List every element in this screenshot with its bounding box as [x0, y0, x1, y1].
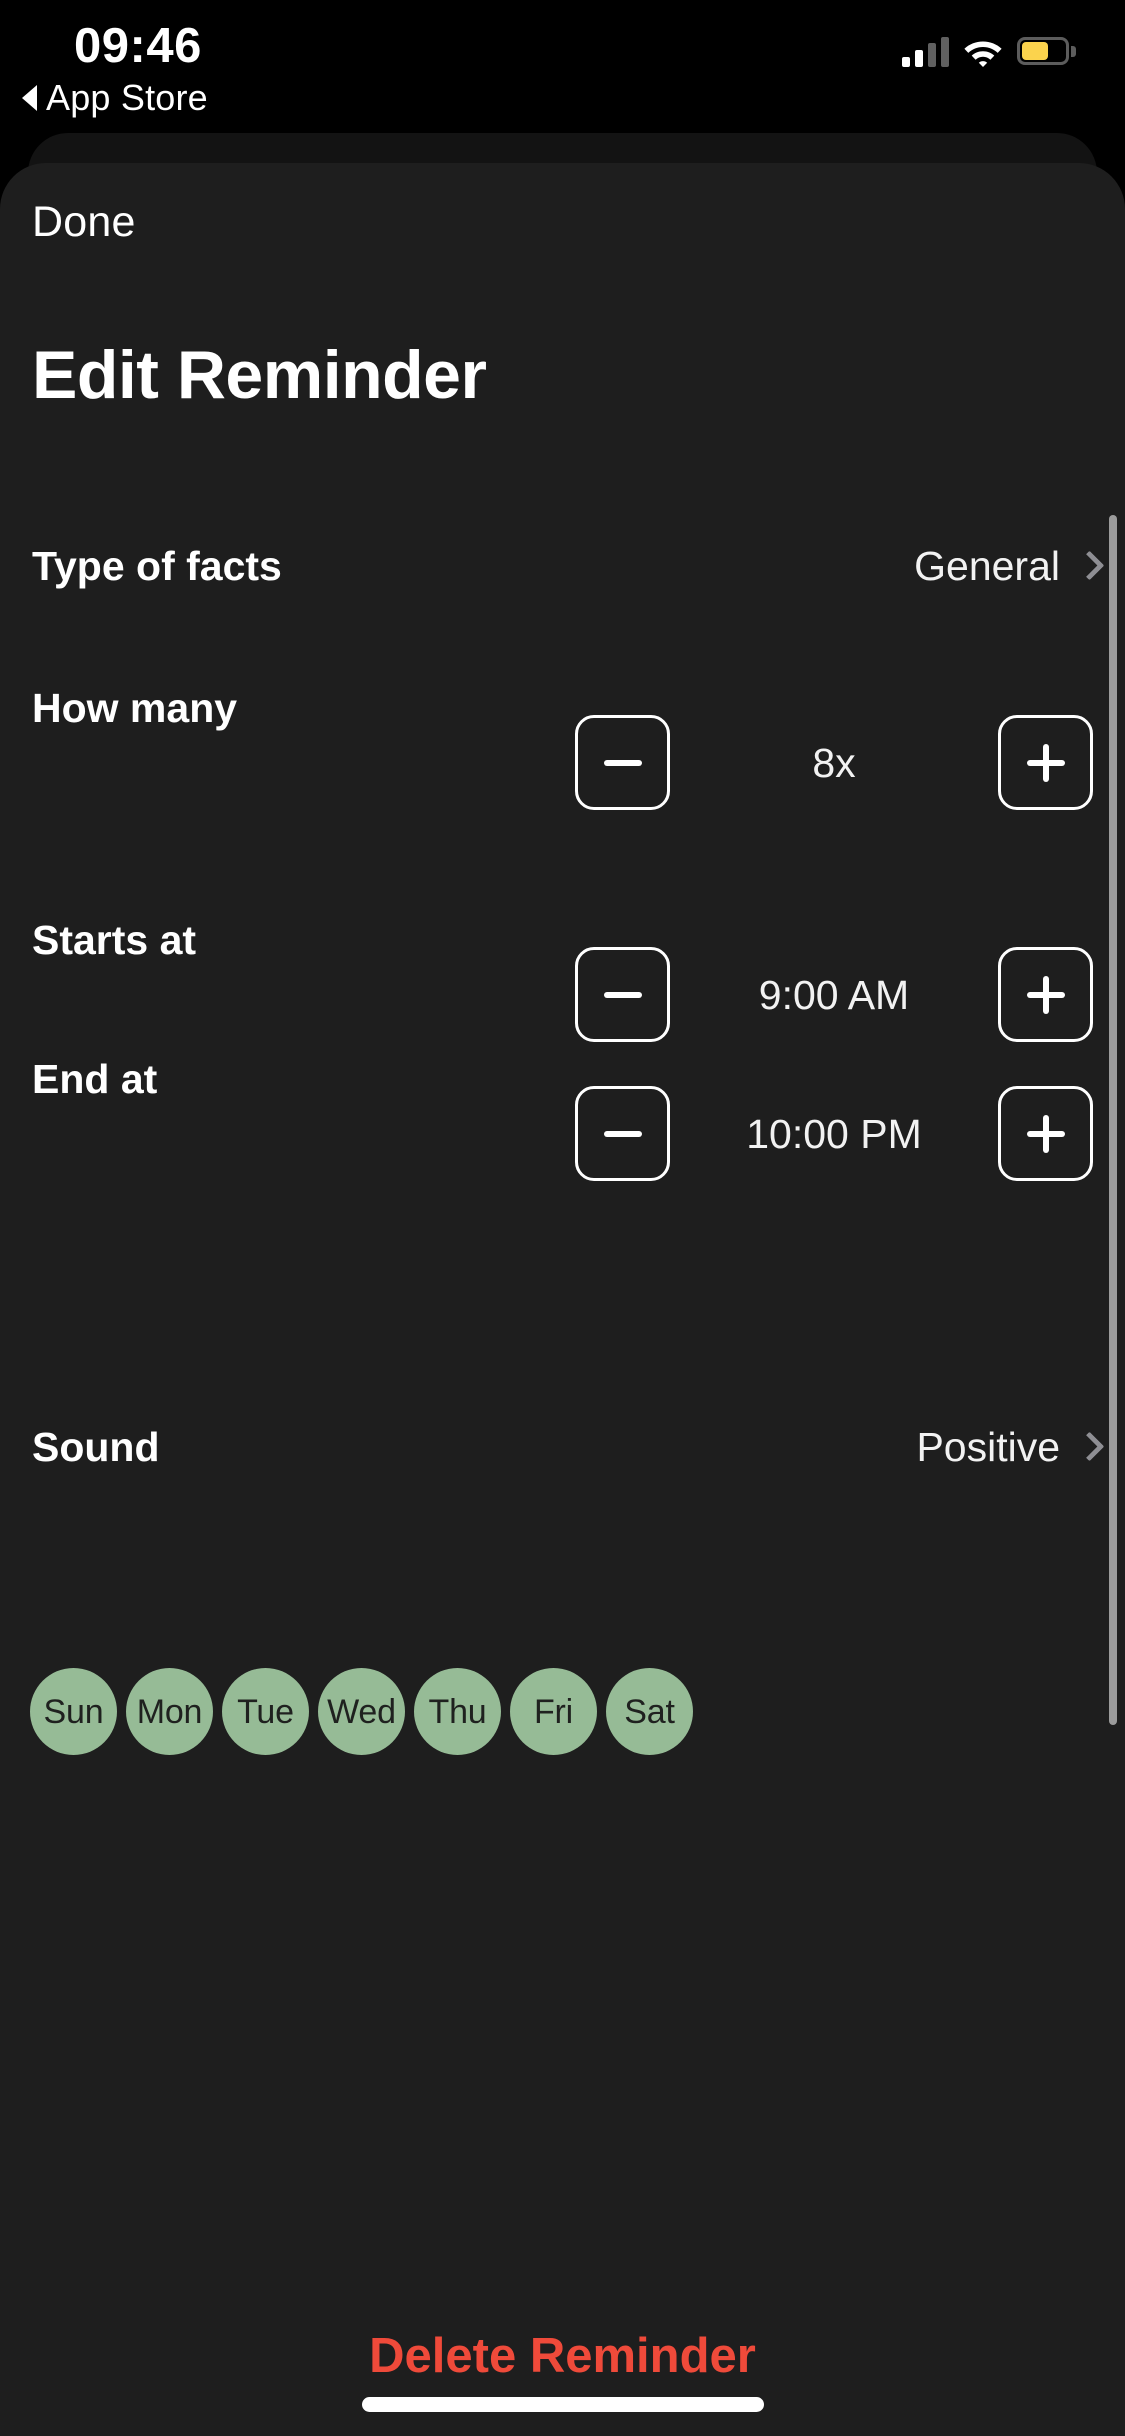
starts-at-decrement-button[interactable]	[575, 947, 670, 1042]
wifi-icon	[964, 41, 1002, 67]
chevron-right-icon	[1078, 1432, 1095, 1462]
plus-icon-vertical	[1042, 1114, 1049, 1153]
row-starts-at-label: Starts at	[32, 917, 197, 963]
day-pill-thu[interactable]: Thu	[414, 1668, 501, 1755]
back-to-app-store-button[interactable]: App Store	[22, 78, 208, 118]
row-type-of-facts[interactable]: Type of facts General	[0, 521, 1125, 611]
minus-icon	[603, 1130, 642, 1137]
row-sound-value: Positive	[916, 1424, 1060, 1470]
row-sound-label: Sound	[32, 1424, 160, 1470]
end-at-stepper[interactable]: 10:00 PM	[575, 1086, 1093, 1181]
day-pill-label: Sun	[43, 1692, 104, 1731]
plus-icon-vertical	[1042, 743, 1049, 782]
day-pill-wed[interactable]: Wed	[318, 1668, 405, 1755]
day-pill-mon[interactable]: Mon	[126, 1668, 213, 1755]
day-pill-fri[interactable]: Fri	[510, 1668, 597, 1755]
home-indicator[interactable]	[361, 2397, 764, 2412]
row-how-many-label: How many	[32, 685, 238, 731]
end-at-decrement-button[interactable]	[575, 1086, 670, 1181]
row-type-of-facts-value-group[interactable]: General	[914, 542, 1095, 590]
starts-at-stepper[interactable]: 9:00 AM	[575, 947, 1093, 1042]
row-sound-value-group[interactable]: Positive	[916, 1423, 1095, 1471]
back-triangle-icon	[22, 85, 37, 111]
day-pill-label: Thu	[428, 1692, 487, 1731]
how-many-value: 8x	[812, 739, 856, 786]
starts-at-increment-button[interactable]	[998, 947, 1093, 1042]
day-pill-label: Sat	[624, 1692, 675, 1731]
status-bar-time: 09:46	[74, 19, 202, 73]
day-pill-tue[interactable]: Tue	[222, 1668, 309, 1755]
end-at-increment-button[interactable]	[998, 1086, 1093, 1181]
status-bar-indicators	[902, 32, 1077, 72]
edit-reminder-sheet: Done Edit Reminder Type of facts General…	[0, 163, 1125, 2436]
days-of-week-selector[interactable]: Sun Mon Tue Wed Thu Fri Sat	[30, 1668, 1095, 1755]
day-pill-sat[interactable]: Sat	[606, 1668, 693, 1755]
vertical-scrollbar[interactable]	[1109, 515, 1117, 1725]
delete-reminder-button[interactable]: Delete Reminder	[0, 2327, 1125, 2385]
how-many-decrement-button[interactable]	[575, 715, 670, 810]
day-pill-label: Mon	[136, 1692, 203, 1731]
how-many-increment-button[interactable]	[998, 715, 1093, 810]
minus-icon	[603, 759, 642, 766]
back-to-app-store-label: App Store	[46, 77, 208, 118]
day-pill-label: Wed	[327, 1692, 396, 1731]
minus-icon	[603, 991, 642, 998]
starts-at-value: 9:00 AM	[758, 971, 910, 1018]
row-end-at-label: End at	[32, 1056, 158, 1102]
day-pill-sun[interactable]: Sun	[30, 1668, 117, 1755]
cellular-signal-icon	[902, 37, 949, 67]
end-at-value: 10:00 PM	[746, 1110, 922, 1157]
day-pill-label: Fri	[533, 1692, 574, 1731]
page-title: Edit Reminder	[32, 337, 487, 413]
day-pill-label: Tue	[237, 1692, 294, 1731]
plus-icon-vertical	[1042, 975, 1049, 1014]
row-type-of-facts-value: General	[914, 543, 1060, 589]
done-button[interactable]: Done	[32, 197, 136, 247]
chevron-right-icon	[1078, 551, 1095, 581]
row-sound[interactable]: Sound Positive	[0, 1402, 1125, 1492]
row-type-of-facts-label: Type of facts	[32, 543, 282, 589]
how-many-stepper[interactable]: 8x	[575, 715, 1093, 810]
battery-icon	[1017, 37, 1077, 67]
